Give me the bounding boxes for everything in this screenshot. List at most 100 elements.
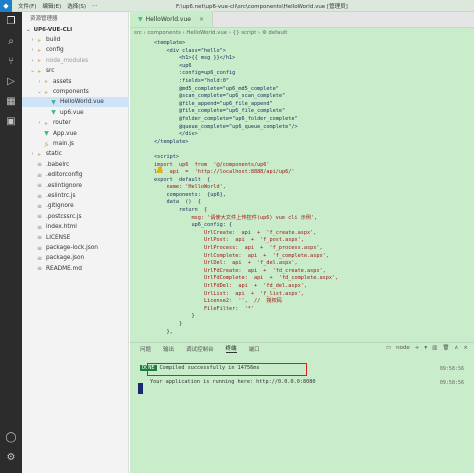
code-line: data () { xyxy=(154,199,201,206)
code-line: import up6 from '@/components/up6' xyxy=(154,161,270,168)
remote-icon[interactable]: ▣ xyxy=(5,116,17,128)
tree-item[interactable]: › ▸ router xyxy=(22,118,129,128)
tree-item[interactable]: ≡ .babelrc xyxy=(22,160,129,170)
chevron-icon: › xyxy=(31,151,34,158)
explorer-icon[interactable]: ❐ xyxy=(5,16,17,28)
code-line: @file_complete="up6_file_complete" xyxy=(154,108,286,115)
vue-file-icon: ▼ xyxy=(138,15,143,23)
tree-item[interactable]: › ▸ build xyxy=(22,35,129,45)
chevron-icon: › xyxy=(31,37,34,43)
tab-helloworld-vue[interactable]: ▼ HelloWorld.vue × xyxy=(130,11,214,27)
close-panel-icon[interactable]: × xyxy=(463,345,468,351)
code-line: let api = 'http://localhost:8888/api/up6… xyxy=(154,169,295,176)
tree-item-label: package.json xyxy=(46,255,85,262)
tab-debug-console[interactable]: 调试控制台 xyxy=(186,345,214,353)
tree-item-label: .gitignore xyxy=(46,203,74,210)
compiled-time: 09:58:56 xyxy=(439,366,464,372)
tree-item[interactable]: ≡ .eslintrc.js xyxy=(22,191,129,201)
chevron-icon: › xyxy=(38,120,41,127)
run-debug-icon[interactable]: ▷ xyxy=(5,76,17,88)
vue-icon: ▼ xyxy=(51,109,56,117)
terminal-name[interactable]: node xyxy=(396,345,410,351)
source-control-icon[interactable]: ⑂ xyxy=(5,56,17,68)
vscode-logo-icon: ◆ xyxy=(0,0,12,12)
tree-item[interactable]: ≡ package-lock.json xyxy=(22,243,129,253)
folder-icon: ▸ xyxy=(37,150,41,158)
folder-icon: ▸ xyxy=(44,88,48,96)
maximize-panel-icon[interactable]: ∧ xyxy=(454,345,458,351)
tree-item-label: build xyxy=(46,37,61,43)
tree-item[interactable]: ≡ .gitignore xyxy=(22,201,129,211)
account-icon[interactable]: ◯ xyxy=(5,432,17,444)
tree-item[interactable]: ≡ package.json xyxy=(22,253,129,263)
menu-bar: 文件(F) 编辑(E) 选择(S) ... xyxy=(18,2,97,10)
tree-item[interactable]: › ▸ config xyxy=(22,45,129,55)
split-terminal-icon[interactable]: ▥ xyxy=(432,345,437,351)
tree-item-label: LICENSE xyxy=(46,234,71,241)
tree-item[interactable]: ≡ .eslintignore xyxy=(22,181,129,191)
tree-item[interactable]: ≡ LICENSE xyxy=(22,233,129,243)
tab-ports[interactable]: 端口 xyxy=(249,345,260,353)
tree-item-label: router xyxy=(53,120,71,127)
tree-item[interactable]: ⌄ ▸ src xyxy=(22,66,129,76)
extensions-icon[interactable]: ▦ xyxy=(5,96,17,108)
tree-item[interactable]: › ▸ assets xyxy=(22,77,129,87)
lightbulb-icon[interactable] xyxy=(158,167,162,173)
tab-output[interactable]: 输出 xyxy=(163,345,174,353)
search-icon[interactable]: ⌕ xyxy=(5,36,17,48)
tree-item[interactable]: › ▸ static xyxy=(22,149,129,159)
code-line: FileFilter: '*' xyxy=(154,305,254,312)
tree-item[interactable]: › ▸ node_modules xyxy=(22,56,129,66)
code-line: name: 'HelloWorld', xyxy=(154,184,226,191)
code-line: @file_append="up6_file_append" xyxy=(154,100,273,107)
chevron-down-icon[interactable]: ▾ xyxy=(424,345,427,351)
tree-item[interactable]: ≡ README.md xyxy=(22,264,129,274)
menu-edit[interactable]: 编辑(E) xyxy=(42,2,61,10)
tree-item-label: HelloWorld.vue xyxy=(60,99,104,106)
tree-item[interactable]: ≡ .editorconfig xyxy=(22,170,129,180)
tree-item[interactable]: JS main.js xyxy=(22,139,129,149)
code-line: UrlPost: api + 'f_post.aspx', xyxy=(154,237,304,244)
code-line: </template> xyxy=(154,138,189,145)
tree-item[interactable]: ⌄ ▸ components xyxy=(22,87,129,97)
explorer-sidebar: 资源管理器 ⌄ UP6-VUE-CLI › ▸ build › ▸ config › ▸ nod… xyxy=(22,12,129,473)
file-icon: ≡ xyxy=(36,223,43,231)
file-icon: ≡ xyxy=(36,244,43,252)
project-root[interactable]: ⌄ UP6-VUE-CLI xyxy=(22,24,128,35)
close-icon[interactable]: × xyxy=(199,16,204,23)
file-icon: ≡ xyxy=(36,171,43,179)
breadcrumb[interactable]: src › components › HelloWorld.vue › {} s… xyxy=(130,28,474,38)
tree-item-label: src xyxy=(46,68,55,75)
tree-item[interactable]: ≡ .postcssrc.js xyxy=(22,212,129,222)
tree-item-label: node_modules xyxy=(46,57,89,64)
bottom-panel: 问题 输出 调试控制台 终端 端口 ▭ node + ▾ ▥ 🗑 ∧ × DON… xyxy=(130,342,474,473)
menu-selection[interactable]: 选择(S) xyxy=(67,2,86,10)
tree-item-label: up6.vue xyxy=(60,109,84,116)
tab-terminal[interactable]: 终端 xyxy=(225,344,237,353)
folder-icon: ▸ xyxy=(37,36,41,44)
tree-item[interactable]: ▼ App.vue xyxy=(22,129,129,139)
editor-tabs: ▼ HelloWorld.vue × xyxy=(130,11,474,28)
terminal-cursor xyxy=(138,383,143,394)
tab-problems[interactable]: 问题 xyxy=(140,345,151,353)
code-line: <script> xyxy=(154,153,179,160)
code-line: <up6 xyxy=(154,62,192,69)
tree-item[interactable]: ▼ up6.vue xyxy=(22,108,129,118)
tree-item-label: App.vue xyxy=(53,130,77,137)
new-terminal-icon[interactable]: + xyxy=(415,345,420,351)
settings-icon[interactable]: ⚙ xyxy=(5,452,17,464)
menu-file[interactable]: 文件(F) xyxy=(18,2,36,10)
trash-icon[interactable]: 🗑 xyxy=(442,345,449,351)
tree-item[interactable]: ≡ index.html xyxy=(22,222,129,232)
tab-label: HelloWorld.vue xyxy=(145,15,191,23)
menu-more[interactable]: ... xyxy=(92,2,97,10)
code-line: </div> xyxy=(154,131,198,138)
editor-area: ▼ HelloWorld.vue × src › components › He… xyxy=(130,11,474,473)
tree-item[interactable]: ▼ HelloWorld.vue xyxy=(22,97,129,108)
code-line: UrlCreate: api + 'f_create.aspx', xyxy=(154,229,317,236)
title-bar: ◆ 文件(F) 编辑(E) 选择(S) ... F:\up6.net\up6-v… xyxy=(0,0,474,12)
code-editor[interactable]: <template> <div class="hello"> <h1>{{ ms… xyxy=(130,40,474,340)
terminal-icon: ▭ xyxy=(385,345,392,351)
folder-icon: ▸ xyxy=(44,78,48,86)
tree-item-label: .babelrc xyxy=(46,161,70,168)
